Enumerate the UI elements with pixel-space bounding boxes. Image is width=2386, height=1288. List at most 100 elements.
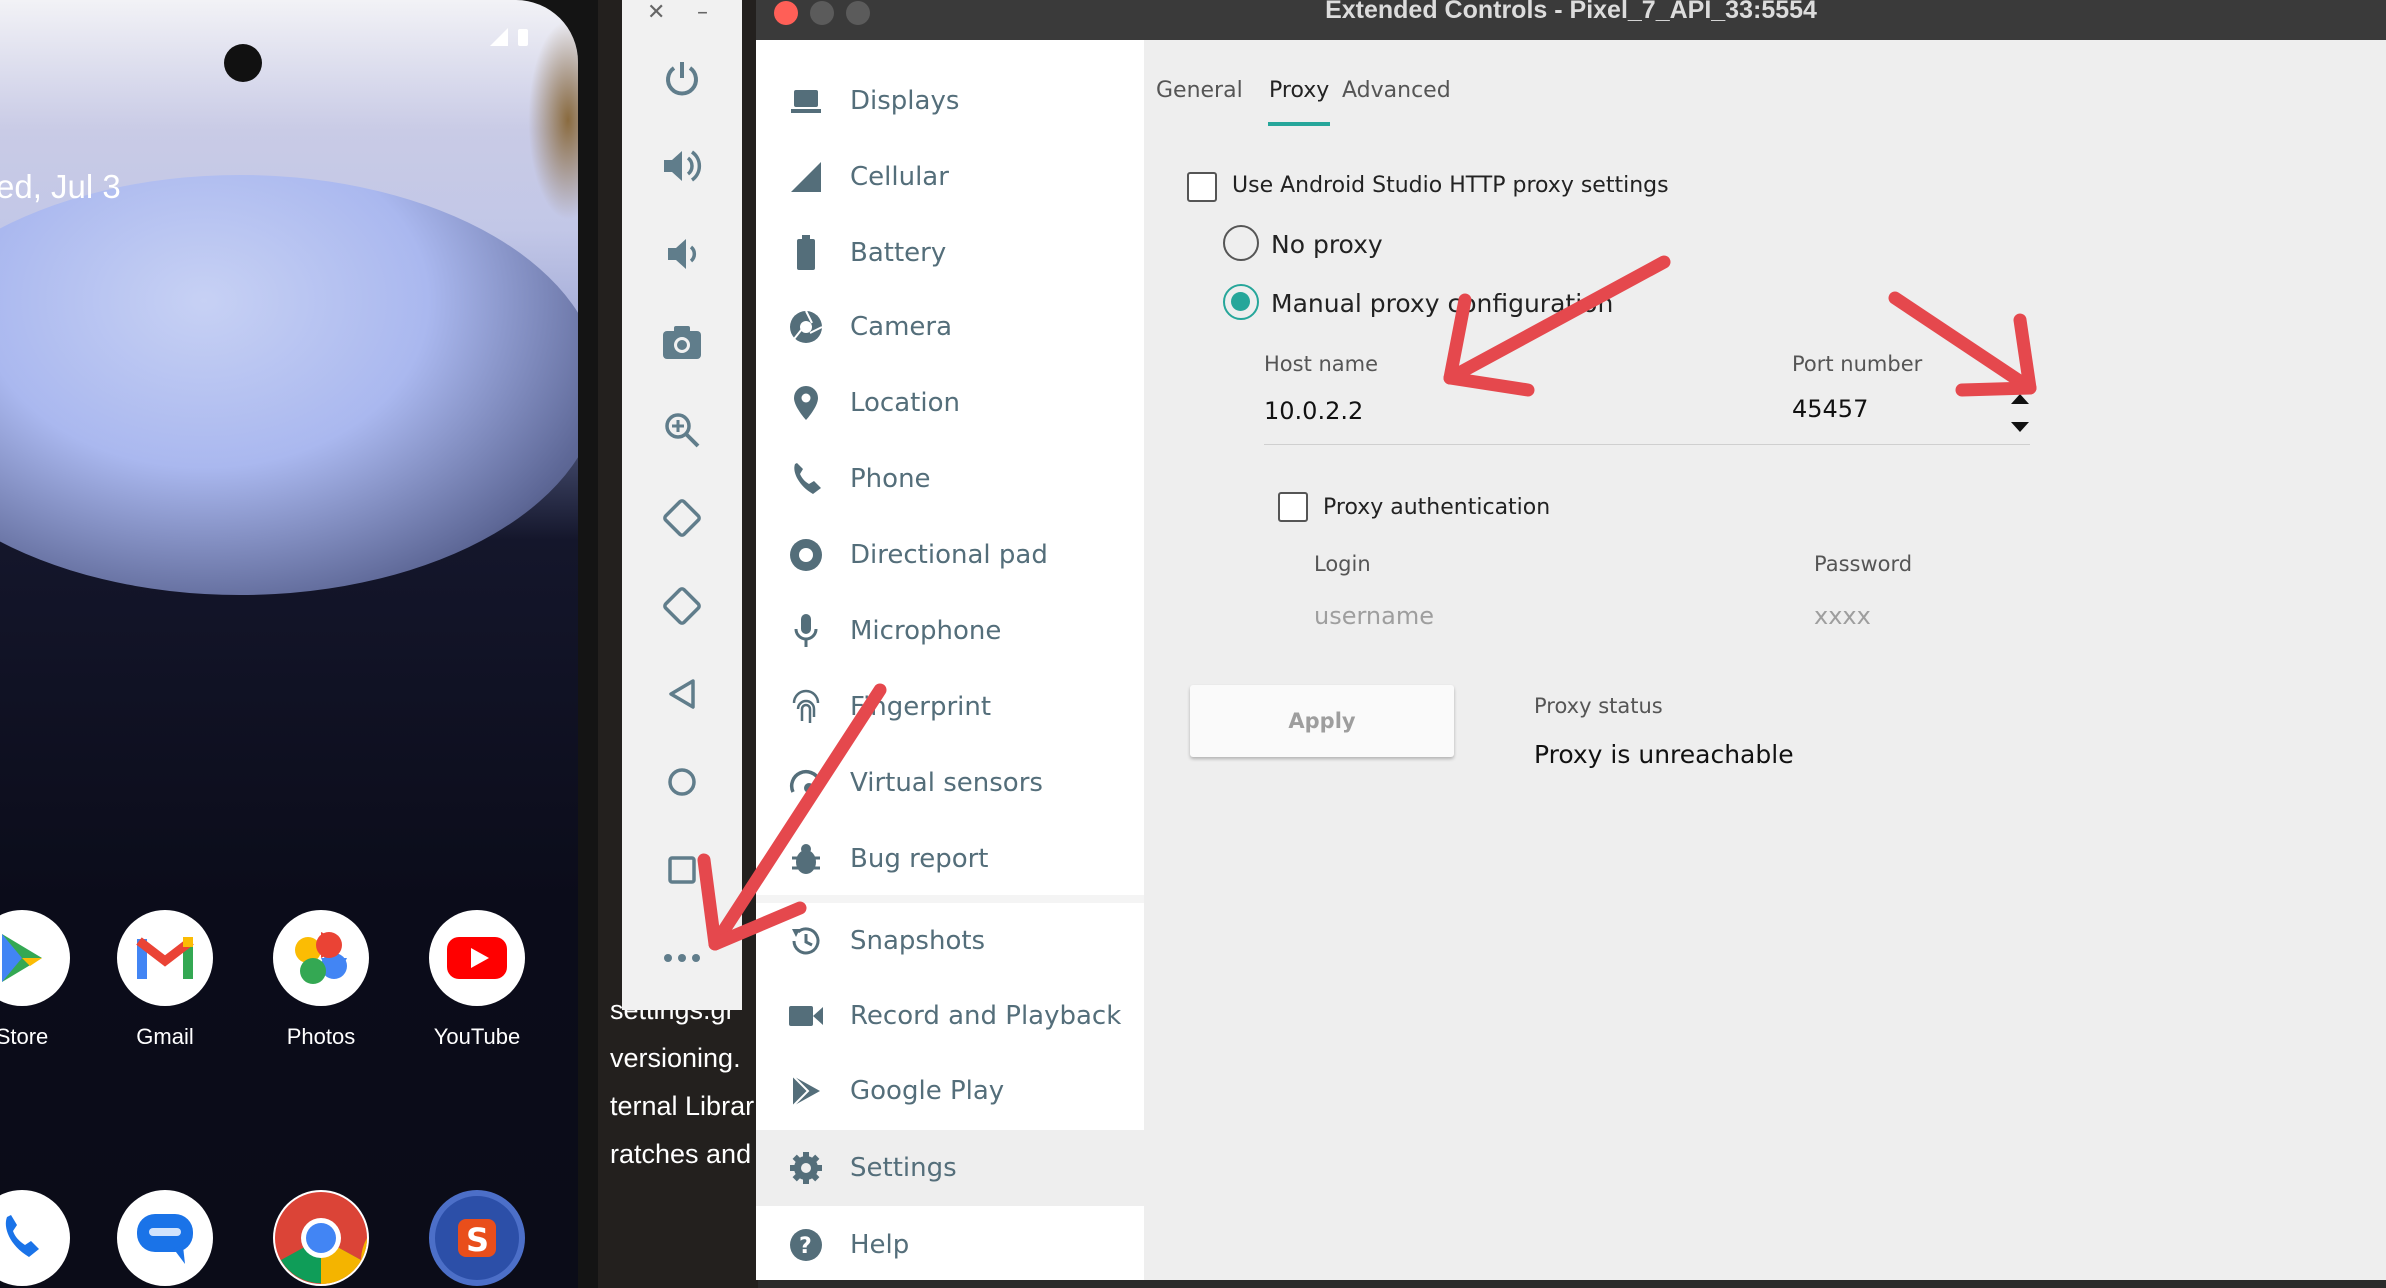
power-button[interactable] [647,48,717,108]
screenshot-button[interactable] [647,312,717,372]
sidebar-item-google-play[interactable]: Google Play [756,1055,1144,1127]
sidebar-item-fingerprint[interactable]: Fingerprint [756,671,1144,743]
sidebar-item-label: Displays [850,86,960,116]
battery-icon [786,233,826,273]
volume-up-button[interactable] [647,136,717,196]
apply-button[interactable]: Apply [1190,685,1454,757]
use-studio-proxy-checkbox[interactable] [1187,172,1217,202]
home-button[interactable] [647,752,717,812]
sidebar-item-bug-report[interactable]: Bug report [756,823,1144,895]
proxy-status-label: Proxy status [1534,694,1663,718]
sidebar-item-settings[interactable]: Settings [756,1130,1144,1206]
sidebar-item-label: Snapshots [850,926,986,956]
sidebar-item-cellular[interactable]: Cellular [756,141,1144,213]
active-tab-indicator [1268,122,1330,126]
sidebar-item-label: Directional pad [850,540,1048,570]
no-proxy-label: No proxy [1271,230,1383,259]
back-icon [669,679,695,709]
sidebar-item-location[interactable]: Location [756,367,1144,439]
android-emulator-screen[interactable]: ed, Jul 3 Store Gmail Photos YouTube S [0,0,598,1288]
app-chrome[interactable] [241,1190,401,1286]
sidebar-item-microphone[interactable]: Microphone [756,595,1144,667]
minimize-icon[interactable]: – [697,0,708,25]
overview-icon [668,856,696,884]
host-name-label: Host name [1264,352,1379,376]
proxy-auth-label: Proxy authentication [1323,495,1551,520]
displays-icon [786,81,826,121]
app-custom[interactable]: S [397,1190,557,1286]
chrome-icon [273,1190,369,1286]
app-label: Gmail [136,1024,194,1049]
close-icon[interactable]: ✕ [647,0,665,25]
sidebar-item-displays[interactable]: Displays [756,65,1144,137]
camera-icon [663,326,701,359]
sidebar-item-record-playback[interactable]: Record and Playback [756,980,1144,1052]
sidebar-item-phone[interactable]: Phone [756,443,1144,515]
sidebar-item-label: Battery [850,238,947,268]
zoom-button[interactable] [647,400,717,460]
tab-proxy[interactable]: Proxy [1269,78,1329,103]
settings-content-panel: General Proxy Advanced Use Android Studi… [1144,40,2386,1280]
sidebar-item-label: Virtual sensors [850,768,1043,798]
extended-controls-window: Extended Controls - Pixel_7_API_33:5554 … [756,0,2386,1280]
login-input[interactable]: username [1314,602,1434,630]
sidebar-item-label: Record and Playback [850,1001,1122,1031]
proxy-auth-checkbox[interactable] [1278,492,1308,522]
svg-text:S: S [466,1221,489,1259]
sidebar-item-label: Bug report [850,844,989,874]
sidebar-item-help[interactable]: ? Help [756,1209,1144,1281]
overview-button[interactable] [647,840,717,900]
rotate-left-button[interactable] [647,488,717,548]
messages-icon [117,1190,213,1286]
bug-icon [786,839,826,879]
sidebar-item-label: Fingerprint [850,692,992,722]
camera-icon [786,307,826,347]
no-proxy-radio[interactable] [1223,225,1259,261]
more-button[interactable] [647,928,717,988]
home-date: ed, Jul 3 [0,168,121,205]
gmail-icon [117,910,213,1006]
sidebar-item-virtual-sensors[interactable]: Virtual sensors [756,747,1144,819]
phone-icon [786,459,826,499]
volume-down-icon [668,239,697,269]
fingerprint-icon [786,687,826,727]
login-label: Login [1314,552,1371,576]
sidebar-item-label: Location [850,388,960,418]
snapshots-icon [786,921,826,961]
tab-advanced[interactable]: Advanced [1342,78,1451,103]
app-gmail[interactable]: Gmail [85,910,245,1050]
status-bar-icons [488,26,532,53]
sidebar-item-directional-pad[interactable]: Directional pad [756,519,1144,591]
app-label: Photos [286,1024,356,1049]
home-icon [668,768,696,796]
host-name-input[interactable]: 10.0.2.2 [1264,397,1363,425]
sidebar-item-battery[interactable]: Battery [756,217,1144,289]
back-button[interactable] [647,664,717,724]
port-number-input[interactable]: 45457 [1792,395,1868,423]
sidebar-item-camera[interactable]: Camera [756,291,1144,363]
terminal-line: ternal Librar [610,1091,755,1121]
dpad-icon [786,535,826,575]
power-icon [666,62,698,96]
sidebar-item-snapshots[interactable]: Snapshots [756,905,1144,977]
emulator-side-toolbar: ✕ – [622,0,742,1010]
app-youtube[interactable]: YouTube [397,910,557,1050]
app-label: YouTube [433,1024,521,1049]
tab-general[interactable]: General [1156,78,1243,103]
window-title: Extended Controls - Pixel_7_API_33:5554 [1325,0,1817,24]
port-number-label: Port number [1792,352,1923,376]
proxy-status-value: Proxy is unreachable [1534,740,1794,769]
app-photos[interactable]: Photos [241,910,401,1050]
manual-proxy-label: Manual proxy configuration [1271,289,1614,318]
rotate-right-button[interactable] [647,576,717,636]
svg-text:?: ? [799,1234,812,1259]
record-icon [786,996,826,1036]
manual-proxy-radio[interactable] [1223,284,1259,320]
photos-icon [273,910,369,1006]
sidebar-item-label: Phone [850,464,931,494]
app-messages[interactable] [85,1190,245,1286]
port-number-stepper[interactable] [2008,390,2032,440]
password-input[interactable]: xxxx [1814,602,1871,630]
volume-up-icon [664,150,702,182]
volume-down-button[interactable] [647,224,717,284]
